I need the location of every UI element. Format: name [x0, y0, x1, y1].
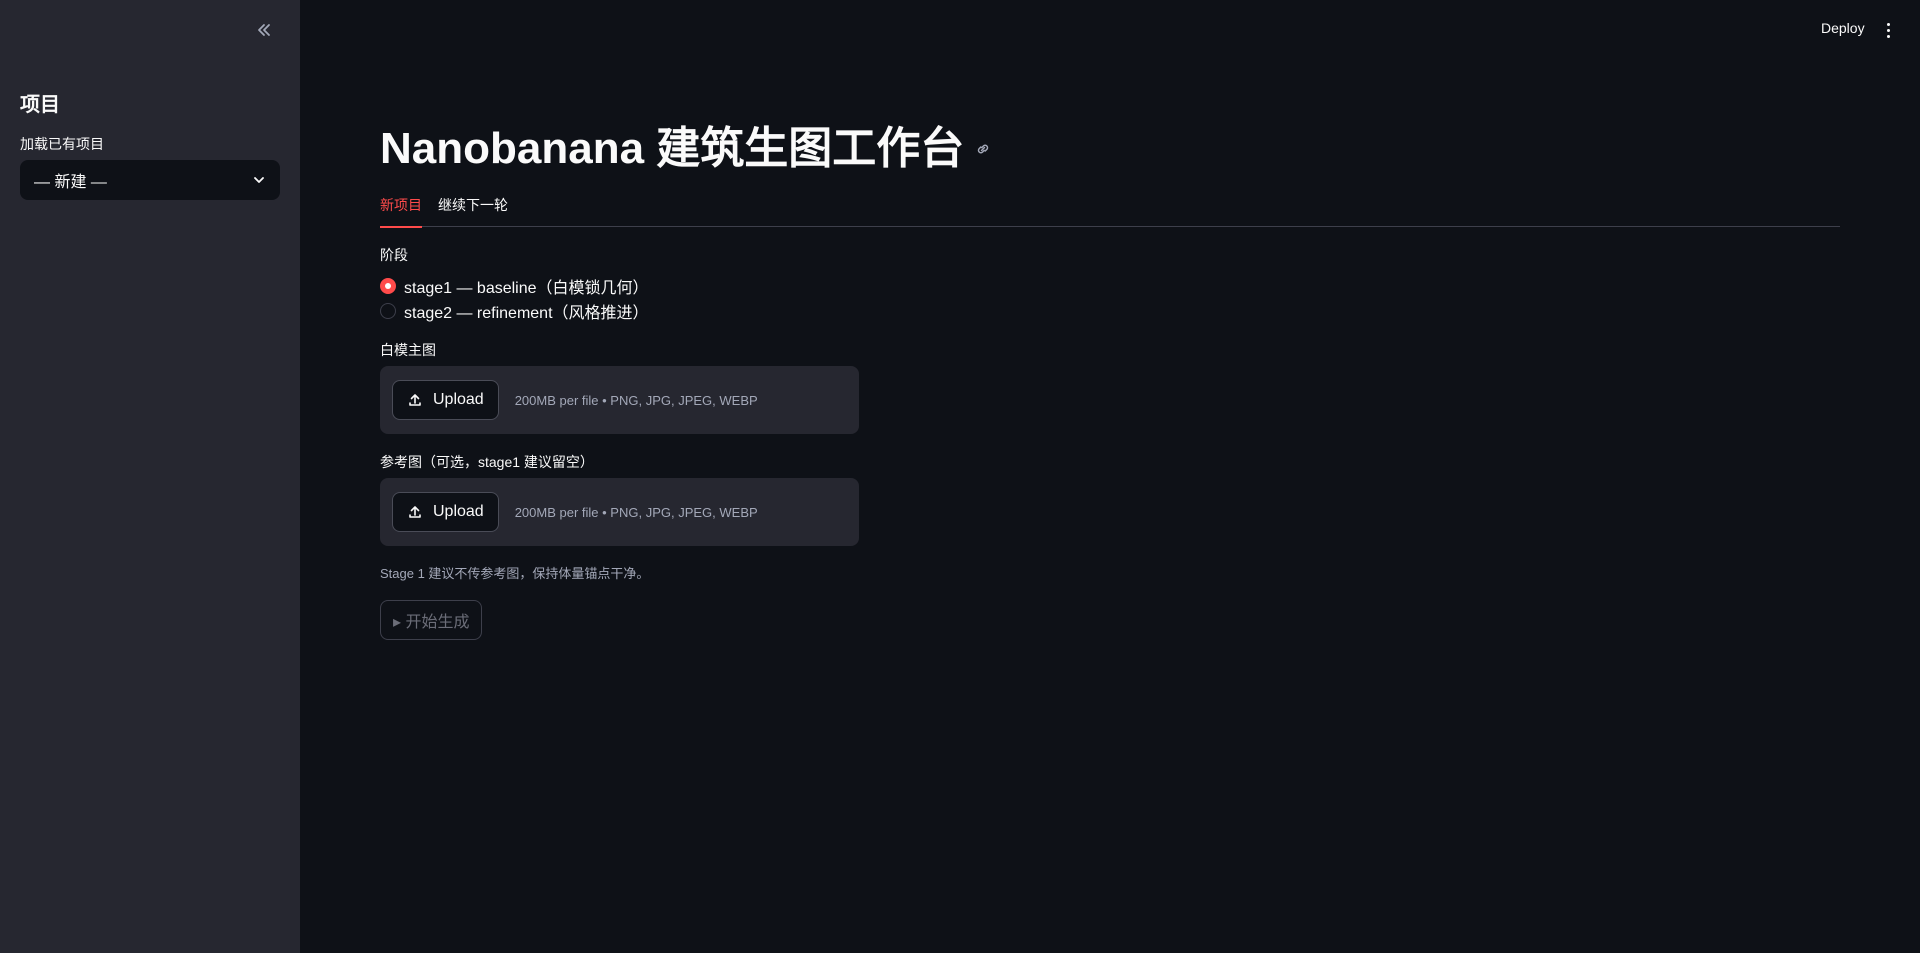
upload-icon	[409, 394, 421, 406]
page-title-row: Nanobanana 建筑生图工作台	[380, 112, 992, 176]
project-select-value: — 新建 —	[34, 174, 107, 191]
double-chevron-left-icon	[258, 24, 270, 36]
stage-label: 阶段	[380, 247, 408, 263]
deploy-button[interactable]: Deploy	[1821, 20, 1865, 36]
reference-image-dropzone[interactable]: Upload 200MB per file • PNG, JPG, JPEG, …	[380, 478, 859, 546]
tab-new-project[interactable]: 新项目	[380, 192, 422, 228]
kebab-dot	[1886, 28, 1890, 32]
tab-continue-next-round[interactable]: 继续下一轮	[438, 192, 508, 227]
load-project-label: 加载已有项目	[20, 136, 104, 152]
sidebar: 项目 加载已有项目 — 新建 —	[0, 0, 300, 953]
upload-button-label: Upload	[433, 503, 484, 520]
upload-hint: 200MB per file • PNG, JPG, JPEG, WEBP	[514, 392, 758, 408]
kebab-dot	[1886, 22, 1890, 26]
main-image-label: 白模主图	[380, 342, 436, 358]
tab-bar: 新项目 继续下一轮	[380, 192, 1840, 228]
radio-button[interactable]	[380, 303, 396, 319]
sidebar-title: 项目	[20, 94, 60, 116]
radio-button-checked[interactable]	[380, 278, 396, 294]
anchor-link[interactable]	[974, 140, 992, 158]
project-select[interactable]: — 新建 —	[20, 160, 280, 200]
chevron-down-icon	[254, 177, 264, 183]
start-generate-button[interactable]: ▸ 开始生成	[380, 600, 483, 640]
upload-button[interactable]: Upload	[392, 380, 499, 420]
radio-label: stage2 — refinement（风格推进）	[404, 305, 649, 322]
link-icon	[978, 144, 989, 154]
page-title: Nanobanana 建筑生图工作台	[380, 124, 965, 173]
upload-icon	[409, 506, 421, 518]
kebab-dot	[1886, 34, 1890, 38]
radio-stage2[interactable]: stage2 — refinement（风格推进）	[380, 299, 649, 323]
radio-stage1[interactable]: stage1 — baseline（白模锁几何）	[380, 274, 649, 298]
upload-button-label: Upload	[433, 391, 484, 408]
upload-button[interactable]: Upload	[392, 492, 499, 532]
upload-hint: 200MB per file • PNG, JPG, JPEG, WEBP	[514, 504, 758, 520]
radio-label: stage1 — baseline（白模锁几何）	[404, 280, 649, 297]
reference-image-label: 参考图（可选，stage1 建议留空）	[380, 454, 594, 470]
main-menu-button[interactable]	[1880, 18, 1896, 42]
collapse-sidebar-button[interactable]	[252, 18, 276, 42]
main-image-dropzone[interactable]: Upload 200MB per file • PNG, JPG, JPEG, …	[380, 366, 859, 434]
stage1-caption: Stage 1 建议不传参考图，保持体量锚点干净。	[380, 566, 650, 581]
